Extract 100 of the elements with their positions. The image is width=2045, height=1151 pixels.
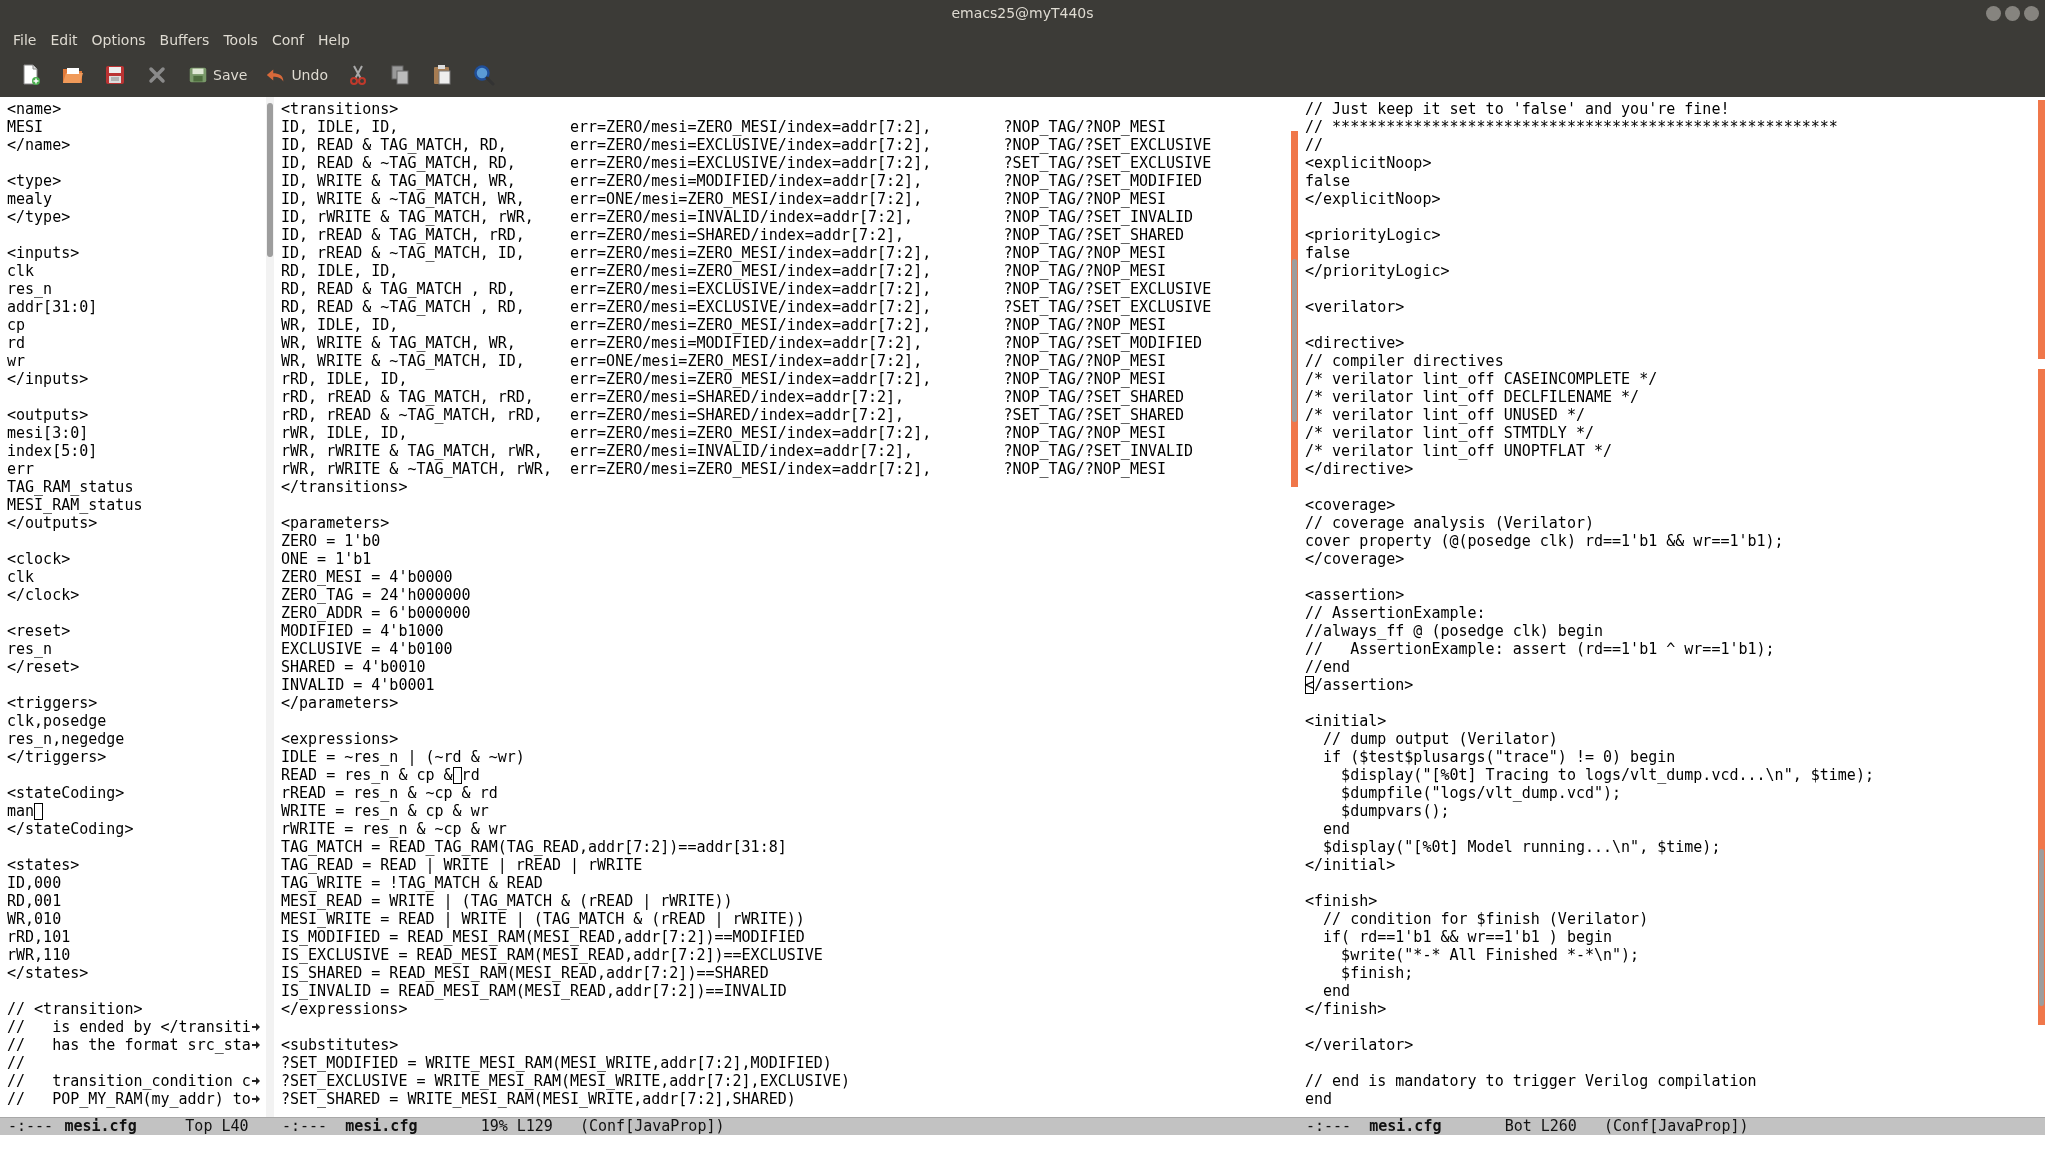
code-text: ?NOP_TAG/?NOP_MESI: [1003, 118, 1166, 136]
code-line: //end: [1305, 658, 1351, 676]
code-line: rWRITE = res_n & ~cp & wr: [281, 820, 507, 838]
code-line: </outputs>: [7, 514, 98, 532]
code-text: err=ZERO/mesi=EXCLUSIVE/index=addr[7:2],: [570, 136, 933, 154]
code-line: //always_ff @ (posedge clk) begin: [1305, 622, 1603, 640]
code-line: IS_EXCLUSIVE = READ_MESI_RAM(MESI_READ,addr[7:2])==EXCLUSIVE: [281, 946, 823, 964]
code-text: man: [7, 802, 35, 820]
close-button[interactable]: [2024, 6, 2039, 21]
code-line: // dump output (Verilator): [1322, 730, 1558, 748]
code-line: <clock>: [7, 550, 71, 568]
code-line: ONE = 1'b1: [281, 550, 372, 568]
code-text: err=ZERO/mesi=SHARED/index=addr[7:2],: [570, 226, 906, 244]
code-text: err=ZERO/mesi=MODIFIED/index=addr[7:2],: [570, 172, 924, 190]
line-position: 19% L129: [480, 1118, 554, 1135]
code-line: </directive>: [1305, 460, 1414, 478]
code-text: rRD, rREAD & ~TAG_MATCH, rRD,: [281, 406, 544, 424]
code-line: TAG_RAM_status: [7, 478, 134, 496]
menu-item[interactable]: Tools: [216, 29, 265, 51]
menu-item[interactable]: Help: [311, 29, 357, 51]
code-text: ?NOP_TAG/?SET_MODIFIED: [1003, 334, 1203, 352]
menu-item[interactable]: Buffers: [152, 29, 217, 51]
code-line: // compiler directives: [1305, 352, 1504, 370]
code-line: clk: [7, 262, 35, 280]
code-text: ?NOP_TAG/?NOP_MESI: [1003, 190, 1166, 208]
major-mode: (Conf[JavaProp]): [1604, 1118, 1749, 1135]
code-text: ?NOP_TAG/?NOP_MESI: [1003, 262, 1166, 280]
code-line: <reset>: [7, 622, 71, 640]
code-line: false: [1305, 244, 1351, 262]
code-line: IS_INVALID = READ_MESI_RAM(MESI_READ,addr[7:2])==INVALID: [281, 982, 787, 1000]
code-text: ?NOP_TAG/?SET_SHARED: [1003, 388, 1185, 406]
code-line: <states>: [7, 856, 80, 874]
code-text: ?NOP_TAG/?SET_INVALID: [1003, 208, 1194, 226]
code-line: ?SET_EXCLUSIVE = WRITE_MESI_RAM(MESI_WRITE,addr[7:2],EXCLUSIVE): [281, 1072, 850, 1090]
code-text: ID, rWRITE & TAG_MATCH, rWR,: [281, 208, 535, 226]
code-line: <substitutes>: [281, 1036, 399, 1054]
code-line: /* verilator lint_off UNUSED */: [1305, 406, 1585, 424]
code-text: err=ZERO/mesi=EXCLUSIVE/index=addr[7:2],: [570, 280, 933, 298]
code-line: // ********************************************************: [1305, 118, 1838, 136]
minimize-button[interactable]: [1986, 6, 2001, 21]
code-line: MESI_WRITE = READ | WRITE | (TAG_MATCH & (rREAD | rWRITE)): [281, 910, 805, 928]
code-line: </name>: [7, 136, 71, 154]
code-line: // AssertionExample: assert (rd==1'b1 ^ wr==1'b1);: [1305, 640, 1775, 658]
code-line: IDLE = ~res_n | (~rd & ~wr): [281, 748, 525, 766]
code-line: <finish>: [1305, 892, 1378, 910]
scrollbar[interactable]: [266, 97, 274, 1117]
code-text: ?NOP_TAG/?SET_SHARED: [1003, 226, 1185, 244]
undo-button[interactable]: Undo: [256, 57, 337, 93]
code-line: ZERO_ADDR = 6'b000000: [281, 604, 471, 622]
code-line: </initial>: [1305, 856, 1396, 874]
menu-item[interactable]: Options: [84, 29, 153, 51]
code-line: </type>: [7, 208, 71, 226]
code-line: MESI_READ = WRITE | (TAG_MATCH & (rREAD | rWRITE)): [281, 892, 733, 910]
code-line: <initial>: [1305, 712, 1387, 730]
code-line: $dumpfile("logs/vlt_dump.vcd");: [1340, 784, 1622, 802]
menu-item[interactable]: File: [6, 29, 44, 51]
code-line: res_n: [7, 640, 53, 658]
code-text: WR, WRITE & TAG_MATCH, WR,: [281, 334, 517, 352]
modified-indicator: -:---: [8, 1118, 55, 1135]
code-line: cp: [7, 316, 26, 334]
code-text: RD, IDLE, ID,: [281, 262, 400, 280]
code-text: rWR, rWRITE & ~TAG_MATCH, rWR,: [281, 460, 553, 478]
save-button[interactable]: Save: [178, 57, 257, 93]
maximize-button[interactable]: [2005, 6, 2020, 21]
code-line: MESI_RAM_status: [7, 496, 143, 514]
code-line: <inputs>: [7, 244, 80, 262]
code-line: <priorityLogic>: [1305, 226, 1441, 244]
code-line: TAG_WRITE = !TAG_MATCH & READ: [281, 874, 543, 892]
code-text: rd: [461, 766, 480, 784]
code-text: WR, WRITE & ~TAG_MATCH, ID,: [281, 352, 526, 370]
code-text: ?NOP_TAG/?NOP_MESI: [1003, 244, 1166, 262]
code-text: rRD, rREAD & TAG_MATCH, rRD,: [281, 388, 535, 406]
code-line: cover property (@(posedge clk) rd==1'b1 && wr==1'b1);: [1305, 532, 1784, 550]
code-text: ?NOP_TAG/?NOP_MESI: [1003, 460, 1166, 478]
code-line: end: [1305, 1090, 1333, 1108]
code-line: // coverage analysis (Verilator): [1305, 514, 1594, 532]
code-line: EXCLUSIVE = 4'b0100: [281, 640, 453, 658]
code-line: if ($test$plusargs("trace") != 0) begin: [1322, 748, 1676, 766]
code-line: <triggers>: [7, 694, 98, 712]
code-line: WR,010: [7, 910, 62, 928]
code-line: res_n: [7, 280, 53, 298]
window-title: emacs25@myT440s: [951, 4, 1094, 23]
code-line: </stateCoding>: [7, 820, 134, 838]
code-line: <explicitNoop>: [1305, 154, 1432, 172]
code-text: err=ZERO/mesi=SHARED/index=addr[7:2],: [570, 406, 906, 424]
code-text: err=ZERO/mesi=INVALID/index=addr[7:2],: [570, 442, 915, 460]
code-text: rWR, IDLE, ID,: [281, 424, 409, 442]
code-line: index[5:0]: [7, 442, 98, 460]
code-line: </verilator>: [1305, 1036, 1414, 1054]
code-line: <assertion>: [1305, 586, 1405, 604]
code-text: ?NOP_TAG/?NOP_MESI: [1003, 316, 1166, 334]
menu-item[interactable]: Conf: [264, 29, 312, 51]
code-line: <stateCoding>: [7, 784, 125, 802]
code-line: $finish;: [1340, 964, 1414, 982]
modified-indicator: -:---: [282, 1118, 329, 1135]
code-line: </transitions>: [281, 478, 408, 496]
menu-item[interactable]: Edit: [43, 29, 85, 51]
code-line: <verilator>: [1305, 298, 1405, 316]
code-text: err=ZERO/mesi=ZERO_MESI/index=addr[7:2],: [570, 370, 933, 388]
buffer-name: mesi.cfg: [1369, 1118, 1443, 1135]
